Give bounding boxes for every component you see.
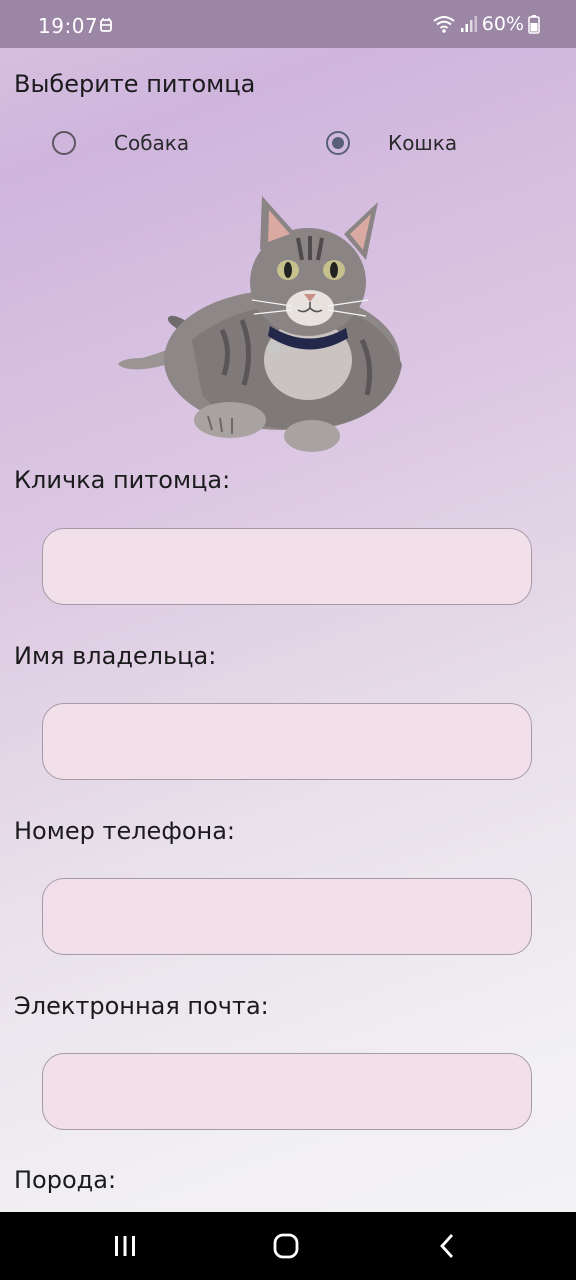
cat-image [118,196,402,452]
owner-name-label: Имя владельца: [14,642,217,670]
email-input[interactable] [42,1053,532,1130]
radio-button-dog[interactable] [52,131,76,155]
radio-option-dog[interactable]: Собака [52,126,189,160]
pet-form-screen: 19:07 60% Выберите питомца Собака Кошка … [0,0,576,1280]
status-bar: 19:07 60% [0,0,576,48]
status-time: 19:07 [38,14,99,38]
phone-number-input[interactable] [42,878,532,955]
pet-name-input[interactable] [42,528,532,605]
pet-choice-title: Выберите питомца [14,70,256,98]
signal-icon [460,16,477,32]
battery-icon [528,15,540,34]
wifi-icon [433,16,455,33]
phone-number-label: Номер телефона: [14,817,236,845]
status-indicators: 60% [432,13,540,35]
pet-name-label: Кличка питомца: [14,466,231,494]
radio-button-cat[interactable] [326,131,350,155]
radio-label-cat[interactable]: Кошка [388,131,457,155]
app-notification-icon [100,18,112,32]
recent-apps-icon[interactable] [95,1226,155,1266]
owner-name-input[interactable] [42,703,532,780]
back-icon[interactable] [417,1226,477,1266]
radio-option-cat[interactable]: Кошка [326,126,457,160]
radio-label-dog[interactable]: Собака [114,131,189,155]
system-navigation-bar [0,1212,576,1280]
battery-level: 60% [481,13,524,35]
breed-label: Порода: [14,1166,117,1194]
home-icon[interactable] [256,1226,316,1266]
pet-type-radio-group: Собака Кошка [0,126,576,160]
email-label: Электронная почта: [14,992,269,1020]
